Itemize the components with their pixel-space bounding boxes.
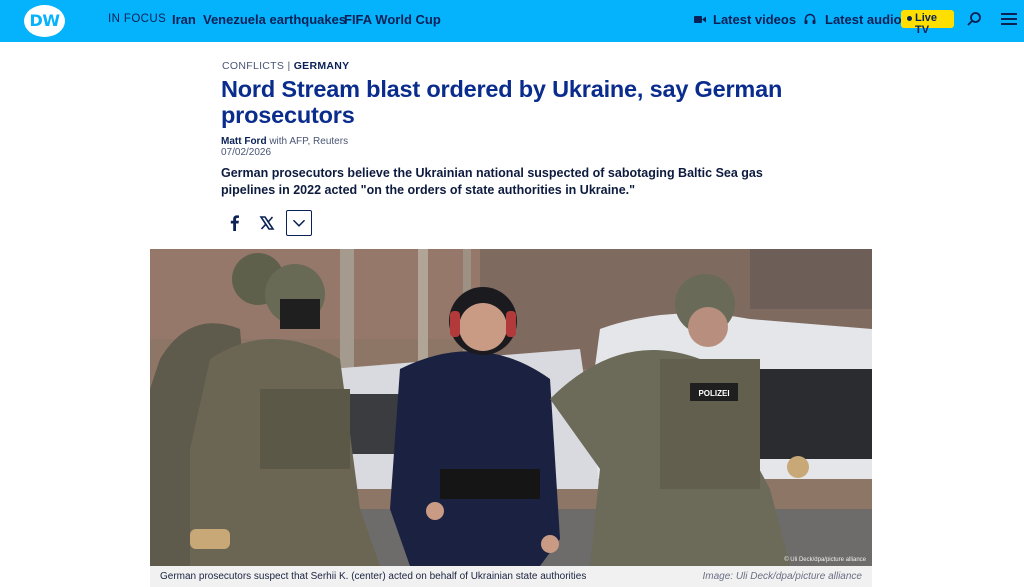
latest-audio-link[interactable]: Latest audio — [825, 12, 902, 27]
headphones-icon[interactable] — [804, 13, 816, 25]
nav-link-venezuela-earthquakes[interactable]: Venezuela earthquakes — [203, 12, 346, 27]
in-focus-label: IN FOCUS — [108, 13, 167, 25]
photo-caption: German prosecutors suspect that Serhii K… — [160, 571, 587, 582]
live-dot-icon — [907, 16, 912, 21]
photo-watermark-credit: © Uli Deck/dpa/picture alliance — [784, 557, 866, 563]
search-icon[interactable] — [966, 11, 982, 27]
nav-link-iran[interactable]: Iran — [172, 12, 196, 27]
dw-logo[interactable]: DW — [24, 5, 65, 37]
facebook-icon[interactable] — [222, 210, 248, 236]
article-photo: POLIZEI © Uli Deck/dpa/picture alliance — [150, 249, 872, 566]
photo-credit: Image: Uli Deck/dpa/picture alliance — [702, 571, 862, 582]
polizei-patch: POLIZEI — [698, 389, 729, 398]
category-germany[interactable]: GERMANY — [294, 60, 350, 72]
chevron-down-icon[interactable] — [286, 210, 312, 236]
article-teaser: German prosecutors believe the Ukrainian… — [221, 166, 763, 197]
live-tv-label: Live TV — [915, 12, 938, 36]
video-camera-icon[interactable] — [694, 15, 706, 24]
live-tv-button[interactable]: Live TV — [901, 10, 954, 36]
article-headline: Nord Stream blast ordered by Ukraine, sa… — [221, 76, 783, 128]
byline: Matt Ford with AFP, Reuters — [221, 136, 348, 147]
top-navigation-bar: DW IN FOCUS Iran Venezuela earthquakes F… — [0, 0, 1024, 42]
category-conflicts[interactable]: CONFLICTS — [222, 60, 284, 72]
author-link[interactable]: Matt Ford — [221, 136, 267, 147]
nav-link-fifa-world-cup[interactable]: FIFA World Cup — [344, 12, 441, 27]
photo-caption-bar: German prosecutors suspect that Serhii K… — [150, 566, 872, 587]
hamburger-menu-icon[interactable] — [1001, 12, 1017, 26]
category-separator: | — [287, 60, 291, 72]
logo-text: DW — [29, 11, 60, 30]
photo-illustration: POLIZEI — [150, 249, 872, 566]
byline-agencies: with AFP, Reuters — [269, 136, 349, 147]
latest-videos-link[interactable]: Latest videos — [713, 12, 796, 27]
article-category: CONFLICTS | GERMANY — [222, 60, 349, 72]
x-icon[interactable] — [254, 210, 280, 236]
publish-date: 07/02/2026 — [221, 147, 272, 158]
